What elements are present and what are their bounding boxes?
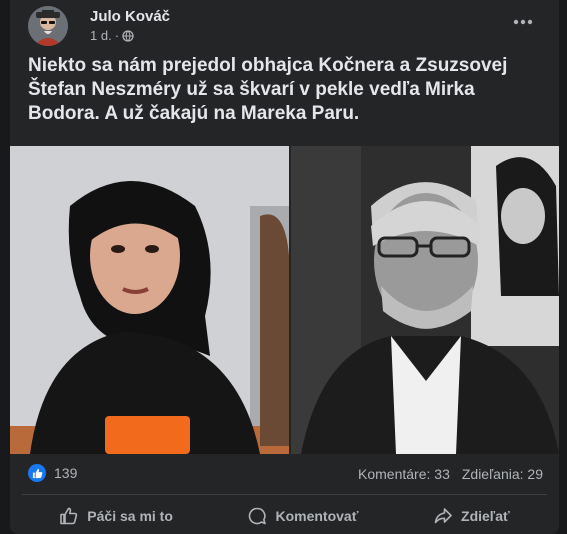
comment-button[interactable]: Komentovať: [231, 500, 374, 532]
post-stats: 139 Komentáre: 33 Zdieľania: 29: [28, 462, 545, 486]
engagement-counts: Komentáre: 33 Zdieľania: 29: [358, 466, 543, 482]
reaction-summary[interactable]: 139: [28, 464, 77, 482]
post-text: Niekto sa nám prejedol obhajca Kočnera a…: [28, 55, 508, 124]
post-card: Julo Kováč 1 d. · Niekto sa nám prejedol…: [10, 0, 559, 534]
comments-count[interactable]: Komentáre: 33: [358, 466, 450, 482]
share-button[interactable]: Zdieľať: [417, 500, 526, 532]
like-button[interactable]: Páči sa mi to: [43, 500, 189, 532]
photo-woman[interactable]: [10, 146, 289, 454]
avatar-image: [28, 6, 68, 46]
photo-man-image: [291, 146, 559, 454]
avatar[interactable]: [28, 6, 68, 46]
author-name[interactable]: Julo Kováč: [90, 8, 170, 25]
like-button-label: Páči sa mi to: [87, 508, 173, 524]
post-meta: 1 d. ·: [90, 28, 134, 43]
share-icon: [433, 506, 453, 526]
like-count: 139: [54, 465, 78, 481]
post-header: Julo Kováč 1 d. ·: [24, 6, 545, 46]
post-photos: [10, 146, 559, 454]
more-horizontal-icon[interactable]: [511, 10, 535, 34]
photo-man[interactable]: [291, 146, 559, 454]
like-reaction-icon: [28, 464, 46, 482]
shares-count[interactable]: Zdieľania: 29: [462, 466, 543, 482]
globe-icon: [122, 29, 134, 42]
post-time[interactable]: 1 d.: [90, 28, 112, 43]
comment-button-label: Komentovať: [275, 508, 359, 524]
comment-icon: [247, 506, 267, 526]
thumbs-up-icon: [59, 506, 79, 526]
photo-woman-image: [10, 146, 289, 454]
share-button-label: Zdieľať: [461, 508, 510, 524]
divider: [22, 494, 547, 495]
post-actions: Páči sa mi to Komentovať Zdieľať: [22, 500, 547, 532]
